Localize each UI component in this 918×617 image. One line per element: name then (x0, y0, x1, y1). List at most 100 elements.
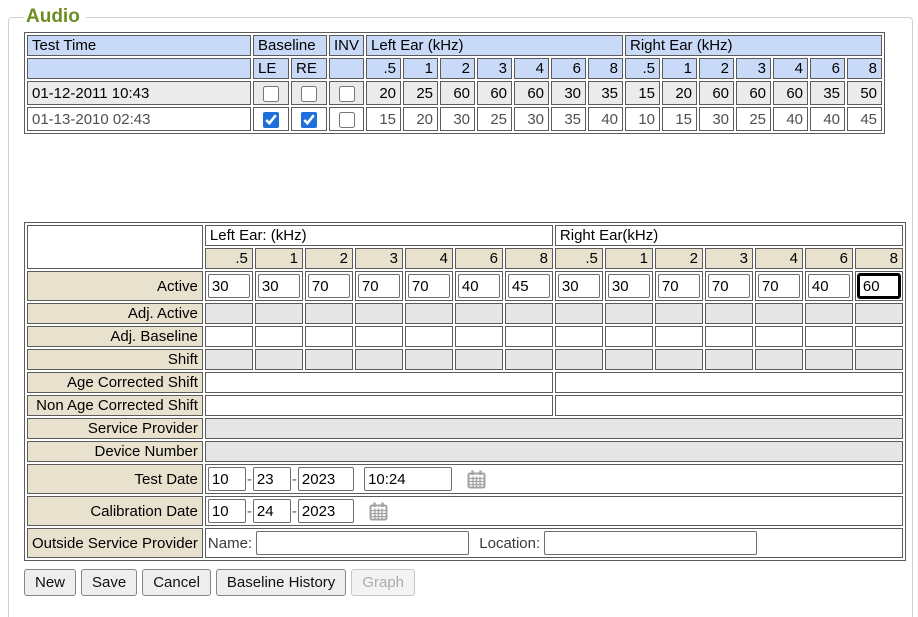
freq-header: 8 (855, 248, 903, 269)
new-button[interactable]: New (24, 569, 76, 596)
location-label: Location: (479, 535, 540, 552)
adj-active-cell (505, 303, 553, 324)
threshold-value: 15 (662, 107, 697, 131)
active-input-re-6[interactable] (808, 274, 850, 298)
freq-header: 4 (514, 58, 549, 79)
inv-checkbox[interactable] (339, 112, 355, 128)
calendar-icon[interactable] (368, 501, 389, 522)
adj-baseline-cell (355, 326, 403, 347)
adj-active-cell (555, 303, 603, 324)
freq-header: 6 (551, 58, 586, 79)
outside-provider-name-input[interactable] (256, 531, 469, 555)
action-button-row: New Save Cancel Baseline History Graph (24, 569, 906, 596)
adj-active-cell (405, 303, 453, 324)
baseline-history-button[interactable]: Baseline History (216, 569, 346, 596)
threshold-value: 20 (662, 81, 697, 105)
active-input-le-6[interactable] (458, 274, 500, 298)
adj-active-cell (855, 303, 903, 324)
freq-header: 3 (477, 58, 512, 79)
row-label-shift: Shift (27, 349, 203, 370)
freq-header: 4 (755, 248, 803, 269)
active-input-re-3[interactable] (708, 274, 750, 298)
save-button[interactable]: Save (81, 569, 137, 596)
row-label-service-provider: Service Provider (27, 418, 203, 439)
active-input-le-4[interactable] (408, 274, 450, 298)
threshold-value: 25 (403, 81, 438, 105)
date-separator: - (292, 471, 297, 488)
col-header-le: LE (253, 58, 289, 79)
left-ear-header: Left Ear: (kHz) (205, 225, 553, 246)
adj-baseline-cell (655, 326, 703, 347)
adj-baseline-cell (505, 326, 553, 347)
col-header-test-time: Test Time (27, 35, 251, 56)
calibration-date-month-input[interactable] (208, 499, 246, 523)
freq-header: 1 (255, 248, 303, 269)
age-corrected-shift-right-cell (555, 372, 903, 393)
non-age-corrected-shift-right-cell (555, 395, 903, 416)
freq-header: 8 (847, 58, 882, 79)
freq-header: 1 (662, 58, 697, 79)
shift-cell (655, 349, 703, 370)
audiogram-history-table: Test Time Baseline INV Left Ear (kHz) Ri… (24, 32, 885, 134)
threshold-value: 30 (440, 107, 475, 131)
device-number-cell (205, 441, 903, 462)
active-input-le-8[interactable] (508, 274, 550, 298)
shift-cell (505, 349, 553, 370)
active-input-le-3[interactable] (358, 274, 400, 298)
baseline-re-checkbox[interactable] (301, 86, 317, 102)
active-input-le-05[interactable] (208, 274, 250, 298)
test-date-day-input[interactable] (253, 467, 291, 491)
freq-header: 1 (605, 248, 653, 269)
freq-header: 2 (440, 58, 475, 79)
threshold-value: 45 (847, 107, 882, 131)
age-corrected-shift-left-cell (205, 372, 553, 393)
adj-baseline-cell (855, 326, 903, 347)
shift-cell (455, 349, 503, 370)
freq-header: 6 (805, 248, 853, 269)
active-input-re-1[interactable] (608, 274, 650, 298)
baseline-re-checkbox[interactable] (301, 112, 317, 128)
calibration-date-day-input[interactable] (253, 499, 291, 523)
active-input-re-4[interactable] (758, 274, 800, 298)
threshold-value: 30 (551, 81, 586, 105)
active-input-re-2[interactable] (658, 274, 700, 298)
shift-cell (855, 349, 903, 370)
cancel-button[interactable]: Cancel (142, 569, 211, 596)
active-input-re-05[interactable] (558, 274, 600, 298)
threshold-value: 40 (773, 107, 808, 131)
adj-active-cell (355, 303, 403, 324)
outside-provider-location-input[interactable] (544, 531, 757, 555)
adj-active-cell (305, 303, 353, 324)
active-input-re-8[interactable] (858, 274, 900, 298)
date-separator: - (292, 503, 297, 520)
test-time-input[interactable] (364, 467, 452, 491)
adj-active-cell (455, 303, 503, 324)
adj-baseline-cell (705, 326, 753, 347)
col-header-re: RE (291, 58, 327, 79)
section-title: Audio (24, 6, 86, 28)
baseline-le-checkbox[interactable] (263, 86, 279, 102)
test-time-value: 01-13-2010 02:43 (27, 107, 251, 131)
active-input-le-2[interactable] (308, 274, 350, 298)
test-date-year-input[interactable] (298, 467, 354, 491)
shift-cell (355, 349, 403, 370)
test-date-month-input[interactable] (208, 467, 246, 491)
inv-checkbox[interactable] (339, 86, 355, 102)
adj-active-cell (655, 303, 703, 324)
active-input-le-1[interactable] (258, 274, 300, 298)
test-date-cell: -- (205, 464, 903, 494)
threshold-value: 40 (588, 107, 623, 131)
right-ear-header: Right Ear(kHz) (555, 225, 903, 246)
col-header-right-ear: Right Ear (kHz) (625, 35, 882, 56)
adj-active-cell (205, 303, 253, 324)
shift-cell (755, 349, 803, 370)
baseline-le-checkbox[interactable] (263, 112, 279, 128)
calendar-icon[interactable] (466, 469, 487, 490)
freq-header: 3 (736, 58, 771, 79)
calibration-date-year-input[interactable] (298, 499, 354, 523)
col-header-baseline: Baseline (253, 35, 327, 56)
freq-header: 3 (355, 248, 403, 269)
threshold-value: 35 (551, 107, 586, 131)
col-header-inv: INV (329, 35, 364, 56)
freq-header: 6 (810, 58, 845, 79)
